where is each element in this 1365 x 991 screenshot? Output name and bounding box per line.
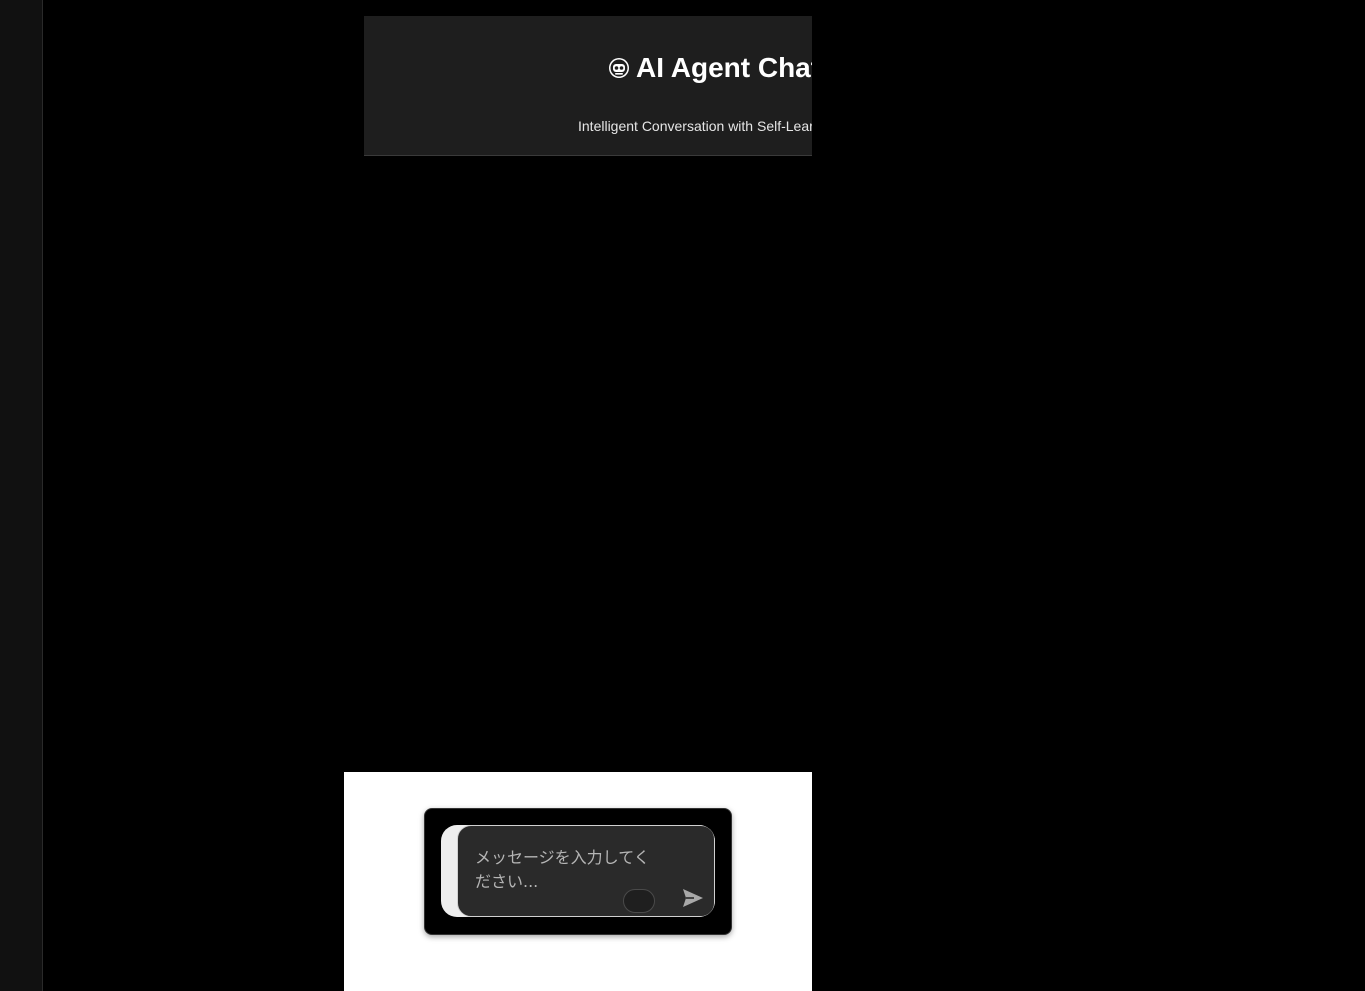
send-icon[interactable] [682, 888, 704, 908]
message-input[interactable]: メッセージを入力してください... [457, 825, 715, 917]
chat-messages-area [364, 157, 812, 772]
message-input-placeholder: メッセージを入力してください... [475, 848, 650, 891]
chat-input-panel: メッセージを入力してください... [344, 772, 812, 991]
left-sidebar [0, 0, 43, 991]
robot-face-icon [609, 58, 629, 78]
chat-input-wrapper: メッセージを入力してください... [441, 825, 715, 917]
page-title: AI Agent Chat [608, 52, 812, 84]
page-subtitle: Intelligent Conversation with Self-Learn… [578, 118, 812, 134]
chat-input-card: メッセージを入力してください... [424, 808, 732, 935]
page-title-text: AI Agent Chat [636, 52, 812, 83]
chat-header: AI Agent Chat Intelligent Conversation w… [364, 16, 812, 156]
input-mode-toggle[interactable] [623, 889, 655, 913]
